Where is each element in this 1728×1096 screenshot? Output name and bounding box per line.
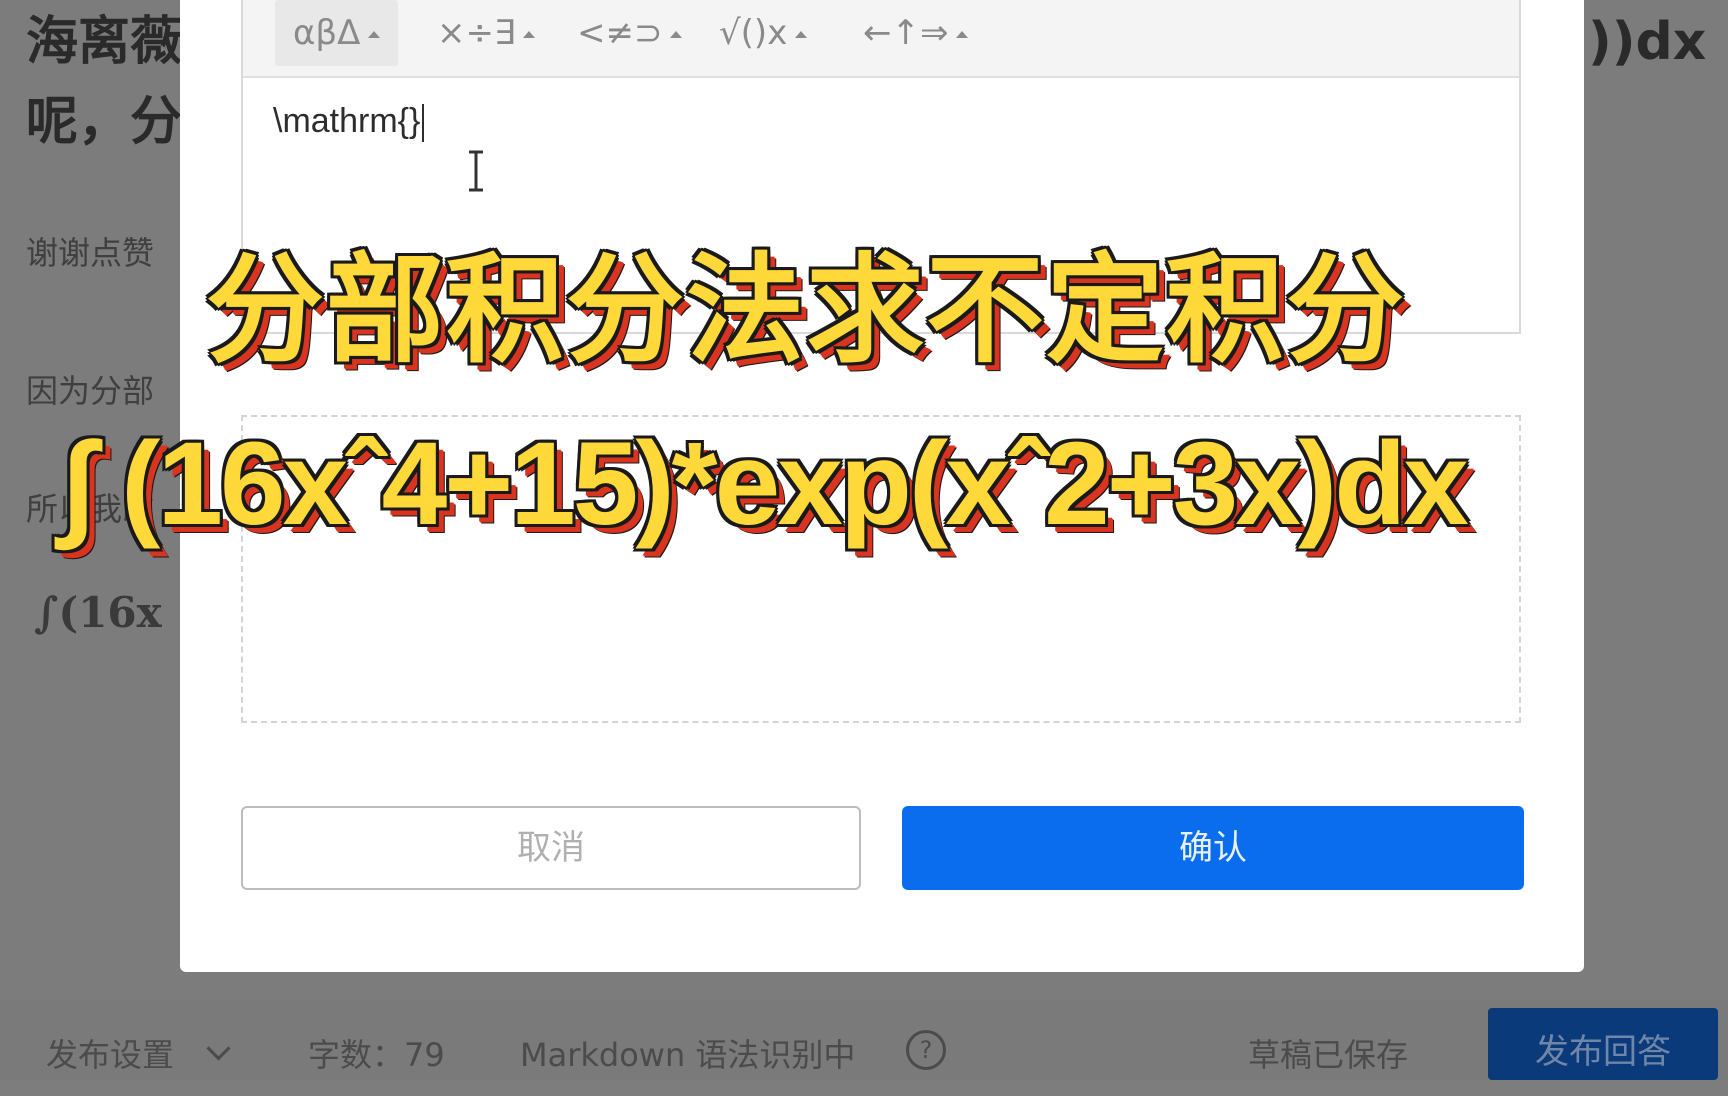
text-caret: [422, 104, 425, 143]
text-cursor-icon: [469, 150, 483, 192]
operators-icon[interactable]: ×÷∃: [437, 0, 536, 66]
relations-icon[interactable]: <≠⊃: [577, 0, 683, 66]
word-count: 字数：79: [308, 1036, 445, 1074]
draft-saved-status: 草稿已保存: [1248, 1036, 1409, 1074]
publish-answer-button[interactable]: 发布回答: [1488, 1008, 1718, 1080]
formula-toolbar: αβΔ ×÷∃ <≠⊃ √()x ←↑⇒: [243, 0, 1519, 78]
greek-letters-icon[interactable]: αβΔ: [275, 0, 399, 66]
question-title-end: ))dx: [1588, 12, 1707, 72]
formula-input-text: \mathrm{}: [273, 102, 421, 140]
cancel-button[interactable]: 取消: [241, 806, 861, 890]
bottom-bar: [0, 1000, 1728, 1080]
caption-formula: ∫ (16xˆ4+15)*exp(xˆ2+3x)dx: [62, 418, 1469, 550]
answer-line-thanks: 谢谢点赞: [26, 234, 155, 272]
publish-settings-dropdown[interactable]: 发布设置: [46, 1030, 174, 1076]
confirm-button[interactable]: 确认: [902, 806, 1524, 890]
formula-input[interactable]: \mathrm{}: [273, 102, 425, 143]
answer-formula: ∫(16x: [34, 588, 162, 637]
question-title: 海离薇: [26, 12, 183, 72]
caption-title: 分部积分法求不定积分: [206, 241, 1407, 379]
help-icon[interactable]: ?: [906, 1030, 946, 1070]
structures-icon[interactable]: √()x: [719, 0, 808, 66]
markdown-status: Markdown 语法识别中: [520, 1036, 856, 1074]
arrows-icon[interactable]: ←↑⇒: [863, 0, 969, 66]
answer-line-because: 因为分部: [26, 372, 155, 410]
question-title-line2: 呢，分: [26, 92, 183, 152]
